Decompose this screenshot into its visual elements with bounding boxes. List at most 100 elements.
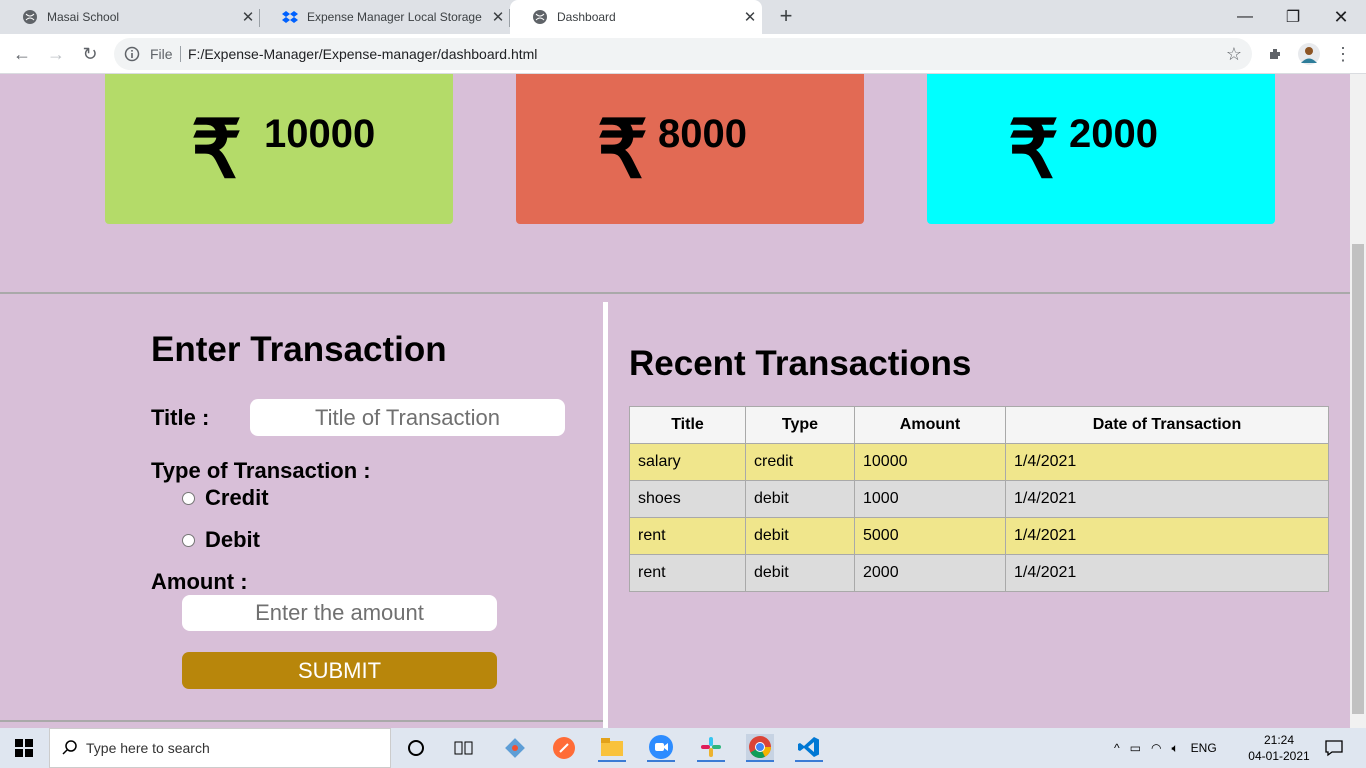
divider bbox=[603, 302, 608, 728]
browser-toolbar: ← → ↻ File F:/Expense-Manager/Expense-ma… bbox=[0, 34, 1366, 74]
cell-date: 1/4/2021 bbox=[1005, 517, 1329, 555]
column-header-title: Title bbox=[629, 406, 746, 444]
page-scrollbar[interactable] bbox=[1350, 74, 1366, 728]
language-indicator[interactable]: ENG bbox=[1191, 741, 1217, 755]
balance-card: ₹ 2000 bbox=[927, 74, 1275, 224]
column-header-date: Date of Transaction bbox=[1005, 406, 1329, 444]
clock[interactable]: 21:24 04-01-2021 bbox=[1244, 732, 1314, 764]
scheme-label: File bbox=[150, 46, 173, 62]
taskbar: Type here to search ^ ▭ ◠ 🔈︎ ENG 21:24 0… bbox=[0, 728, 1366, 768]
dropbox-icon bbox=[282, 9, 298, 25]
cell-title: salary bbox=[629, 443, 746, 481]
windows-start-icon[interactable] bbox=[10, 734, 38, 762]
taskbar-search[interactable]: Type here to search bbox=[49, 728, 391, 768]
cell-date: 1/4/2021 bbox=[1005, 554, 1329, 592]
submit-button[interactable]: SUBMIT bbox=[182, 652, 497, 689]
title-input[interactable] bbox=[250, 399, 565, 436]
extensions-icon[interactable] bbox=[1263, 42, 1287, 66]
income-card: ₹ 10000 bbox=[105, 74, 453, 224]
postman-icon[interactable] bbox=[550, 734, 578, 762]
title-label: Title : bbox=[151, 405, 210, 430]
globe-icon bbox=[532, 9, 548, 25]
transactions-table: Title Type Amount Date of Transaction sa… bbox=[629, 406, 1329, 592]
cell-type: debit bbox=[745, 517, 855, 555]
table-row: shoes debit 1000 1/4/2021 bbox=[629, 480, 1329, 518]
search-placeholder: Type here to search bbox=[86, 740, 210, 756]
form-heading: Enter Transaction bbox=[151, 330, 447, 369]
tab-strip: Masai School ✕ Expense Manager Local Sto… bbox=[0, 0, 1366, 34]
git-icon[interactable] bbox=[501, 734, 529, 762]
cell-type: debit bbox=[745, 480, 855, 518]
close-tab-icon[interactable]: ✕ bbox=[738, 8, 762, 26]
cell-amount: 2000 bbox=[854, 554, 1006, 592]
divider bbox=[0, 720, 603, 722]
cell-date: 1/4/2021 bbox=[1005, 480, 1329, 518]
back-icon[interactable]: ← bbox=[10, 42, 34, 66]
url-text[interactable]: F:/Expense-Manager/Expense-manager/dashb… bbox=[188, 46, 537, 62]
cell-title: shoes bbox=[629, 480, 746, 518]
income-amount: 10000 bbox=[264, 112, 376, 156]
table-row: rent debit 2000 1/4/2021 bbox=[629, 554, 1329, 592]
bookmark-star-icon[interactable]: ☆ bbox=[1226, 44, 1242, 65]
rupee-icon: ₹ bbox=[1008, 105, 1059, 194]
close-window-icon[interactable]: ✕ bbox=[1318, 0, 1364, 34]
expense-amount: 8000 bbox=[658, 112, 747, 156]
slack-icon[interactable] bbox=[697, 734, 725, 762]
rupee-icon: ₹ bbox=[597, 105, 648, 194]
cell-type: credit bbox=[745, 443, 855, 481]
table-row: salary credit 10000 1/4/2021 bbox=[629, 443, 1329, 481]
menu-icon[interactable]: ⋮ bbox=[1331, 42, 1355, 66]
cell-amount: 10000 bbox=[854, 443, 1006, 481]
minimize-icon[interactable]: — bbox=[1222, 0, 1268, 34]
cell-amount: 1000 bbox=[854, 480, 1006, 518]
dashboard-page: ₹ 10000 ₹ 8000 ₹ 2000 Enter Transaction … bbox=[0, 74, 1350, 728]
tab-masai-school[interactable]: Masai School ✕ bbox=[0, 0, 260, 34]
balance-amount: 2000 bbox=[1069, 112, 1158, 156]
file-explorer-icon[interactable] bbox=[598, 734, 626, 762]
chrome-icon[interactable] bbox=[746, 734, 774, 762]
table-row: rent debit 5000 1/4/2021 bbox=[629, 517, 1329, 555]
task-view-icon[interactable] bbox=[450, 734, 478, 762]
divider bbox=[0, 292, 1350, 294]
address-bar[interactable]: File F:/Expense-Manager/Expense-manager/… bbox=[114, 38, 1252, 70]
tab-title: Expense Manager Local Storage DOM bbox=[307, 10, 486, 24]
type-label: Type of Transaction : bbox=[151, 458, 371, 483]
clock-time: 21:24 bbox=[1263, 733, 1295, 747]
system-tray: ^ ▭ ◠ 🔈︎ ENG bbox=[1114, 728, 1231, 768]
clock-date: 04-01-2021 bbox=[1248, 749, 1310, 763]
tab-expense-manager[interactable]: Expense Manager Local Storage DOM ✕ bbox=[260, 0, 510, 34]
credit-radio[interactable] bbox=[182, 492, 195, 505]
tab-title: Masai School bbox=[47, 10, 120, 24]
notifications-icon[interactable] bbox=[1320, 734, 1348, 762]
rupee-icon: ₹ bbox=[191, 105, 242, 194]
new-tab-icon[interactable]: + bbox=[774, 4, 798, 28]
avatar[interactable] bbox=[1297, 42, 1321, 66]
expense-card: ₹ 8000 bbox=[516, 74, 864, 224]
scrollbar-thumb[interactable] bbox=[1352, 244, 1364, 714]
chevron-up-icon[interactable]: ^ bbox=[1114, 741, 1120, 755]
cell-title: rent bbox=[629, 517, 746, 555]
info-icon[interactable] bbox=[124, 46, 140, 67]
debit-radio[interactable] bbox=[182, 534, 195, 547]
maximize-icon[interactable]: ❐ bbox=[1270, 0, 1316, 34]
tab-dashboard[interactable]: Dashboard ✕ bbox=[510, 0, 762, 34]
wifi-icon[interactable]: ◠ bbox=[1151, 741, 1161, 755]
close-tab-icon[interactable]: ✕ bbox=[486, 8, 510, 26]
reload-icon[interactable]: ↻ bbox=[78, 42, 102, 66]
globe-icon bbox=[22, 9, 38, 25]
table-header-row: Title Type Amount Date of Transaction bbox=[629, 406, 1329, 444]
close-tab-icon[interactable]: ✕ bbox=[236, 8, 260, 26]
credit-label: Credit bbox=[205, 485, 269, 510]
volume-icon[interactable]: 🔈︎ bbox=[1171, 741, 1178, 756]
cell-title: rent bbox=[629, 554, 746, 592]
column-header-type: Type bbox=[745, 406, 855, 444]
vscode-icon[interactable] bbox=[795, 734, 823, 762]
column-header-amount: Amount bbox=[854, 406, 1006, 444]
forward-icon[interactable]: → bbox=[44, 42, 68, 66]
search-icon bbox=[62, 739, 78, 758]
battery-icon[interactable]: ▭ bbox=[1130, 741, 1141, 755]
cortana-icon[interactable] bbox=[402, 734, 430, 762]
zoom-icon[interactable] bbox=[647, 734, 675, 762]
amount-input[interactable] bbox=[182, 595, 497, 631]
amount-label: Amount : bbox=[151, 569, 248, 594]
